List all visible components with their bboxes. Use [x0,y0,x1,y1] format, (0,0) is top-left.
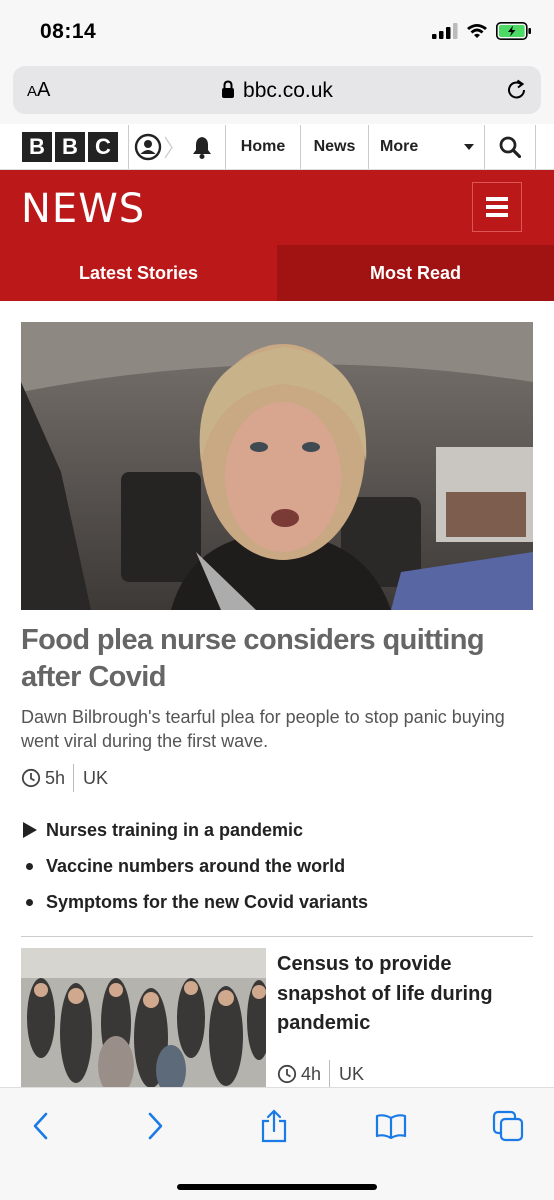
share-button[interactable] [252,1108,296,1144]
second-story-headline[interactable]: Census to provide snapshot of life durin… [277,950,527,1039]
logo-block: B [55,132,85,162]
bookmarks-button[interactable] [369,1108,413,1144]
caret-down-icon [464,144,474,150]
tabs-icon [492,1110,524,1142]
lead-story-summary: Dawn Bilbrough's tearful plea for people… [21,707,505,751]
clock-icon [277,1064,297,1084]
account-button[interactable] [128,125,178,169]
nav-more[interactable]: More [368,125,484,169]
address-bar[interactable]: AA bbc.co.uk [13,66,541,114]
bullet-icon [22,898,46,906]
related-link[interactable]: Vaccine numbers around the world [22,848,532,884]
related-link[interactable]: Symptoms for the new Covid variants [22,884,532,920]
lead-story-image[interactable] [21,322,533,610]
home-indicator[interactable] [177,1184,377,1190]
second-story-timestamp: 4h [277,1060,331,1088]
back-button[interactable] [18,1108,62,1144]
url-display[interactable]: bbc.co.uk [13,79,541,103]
related-links: Nurses training in a pandemic Vaccine nu… [22,812,532,920]
tab-most-read[interactable]: Most Read [277,245,554,301]
logo-block: B [22,132,52,162]
tab-latest-stories[interactable]: Latest Stories [0,245,277,301]
play-icon [22,821,46,839]
status-bar: 08:14 [0,0,554,62]
tabs-button[interactable] [486,1108,530,1144]
bullet-icon [22,862,46,870]
menu-icon-bar [486,197,508,201]
signal-icon [432,23,458,39]
lead-story-timestamp: 5h [21,764,75,792]
back-icon [33,1112,48,1140]
bbc-global-nav: B B C Home News More [0,125,554,170]
reload-icon[interactable] [505,78,529,102]
lead-story-section[interactable]: UK [74,768,108,789]
url-text: bbc.co.uk [243,79,333,102]
wifi-icon [467,24,487,38]
menu-icon-bar [486,213,508,217]
logo-block: C [88,132,118,162]
battery-icon [496,22,531,40]
menu-icon-bar [486,205,508,209]
story-divider [21,936,533,937]
related-link-video[interactable]: Nurses training in a pandemic [22,812,532,848]
chevron-right-icon [163,136,173,158]
second-story-time: 4h [301,1063,322,1084]
lead-story-meta: 5h UK [21,764,108,792]
related-link-label: Symptoms for the new Covid variants [46,891,369,912]
related-link-label: Nurses training in a pandemic [46,819,304,840]
lock-icon [222,80,235,98]
news-wordmark[interactable]: NEWS [21,186,145,232]
menu-button[interactable] [472,182,522,232]
notifications-button[interactable] [178,125,225,169]
second-story-meta: 4h UK [277,1060,364,1088]
nav-news[interactable]: News [300,125,368,169]
forward-icon [148,1112,163,1140]
lead-story-time: 5h [45,767,66,788]
search-button[interactable] [484,125,536,169]
status-time: 08:14 [40,20,97,43]
clock-icon [21,768,41,788]
forward-button[interactable] [134,1108,178,1144]
second-story-image[interactable] [21,948,266,1088]
account-icon [134,133,161,161]
related-link-label: Vaccine numbers around the world [46,855,346,876]
lead-story-headline[interactable]: Food plea nurse considers quitting after… [21,622,536,696]
status-icons [432,22,532,40]
news-header: NEWS [0,170,554,245]
browser-toolbar: AA bbc.co.uk [0,62,554,124]
lead-story-photo [21,322,533,610]
nav-home[interactable]: Home [225,125,300,169]
bell-icon [192,137,211,159]
share-icon [261,1109,287,1143]
story-tabs: Latest Stories Most Read [0,245,554,301]
second-story-section[interactable]: UK [330,1064,364,1085]
second-story-photo [21,948,266,1088]
nav-more-label: More [380,138,419,155]
bookmarks-icon [375,1114,407,1139]
search-icon [499,136,521,158]
bbc-logo[interactable]: B B C [0,125,128,169]
